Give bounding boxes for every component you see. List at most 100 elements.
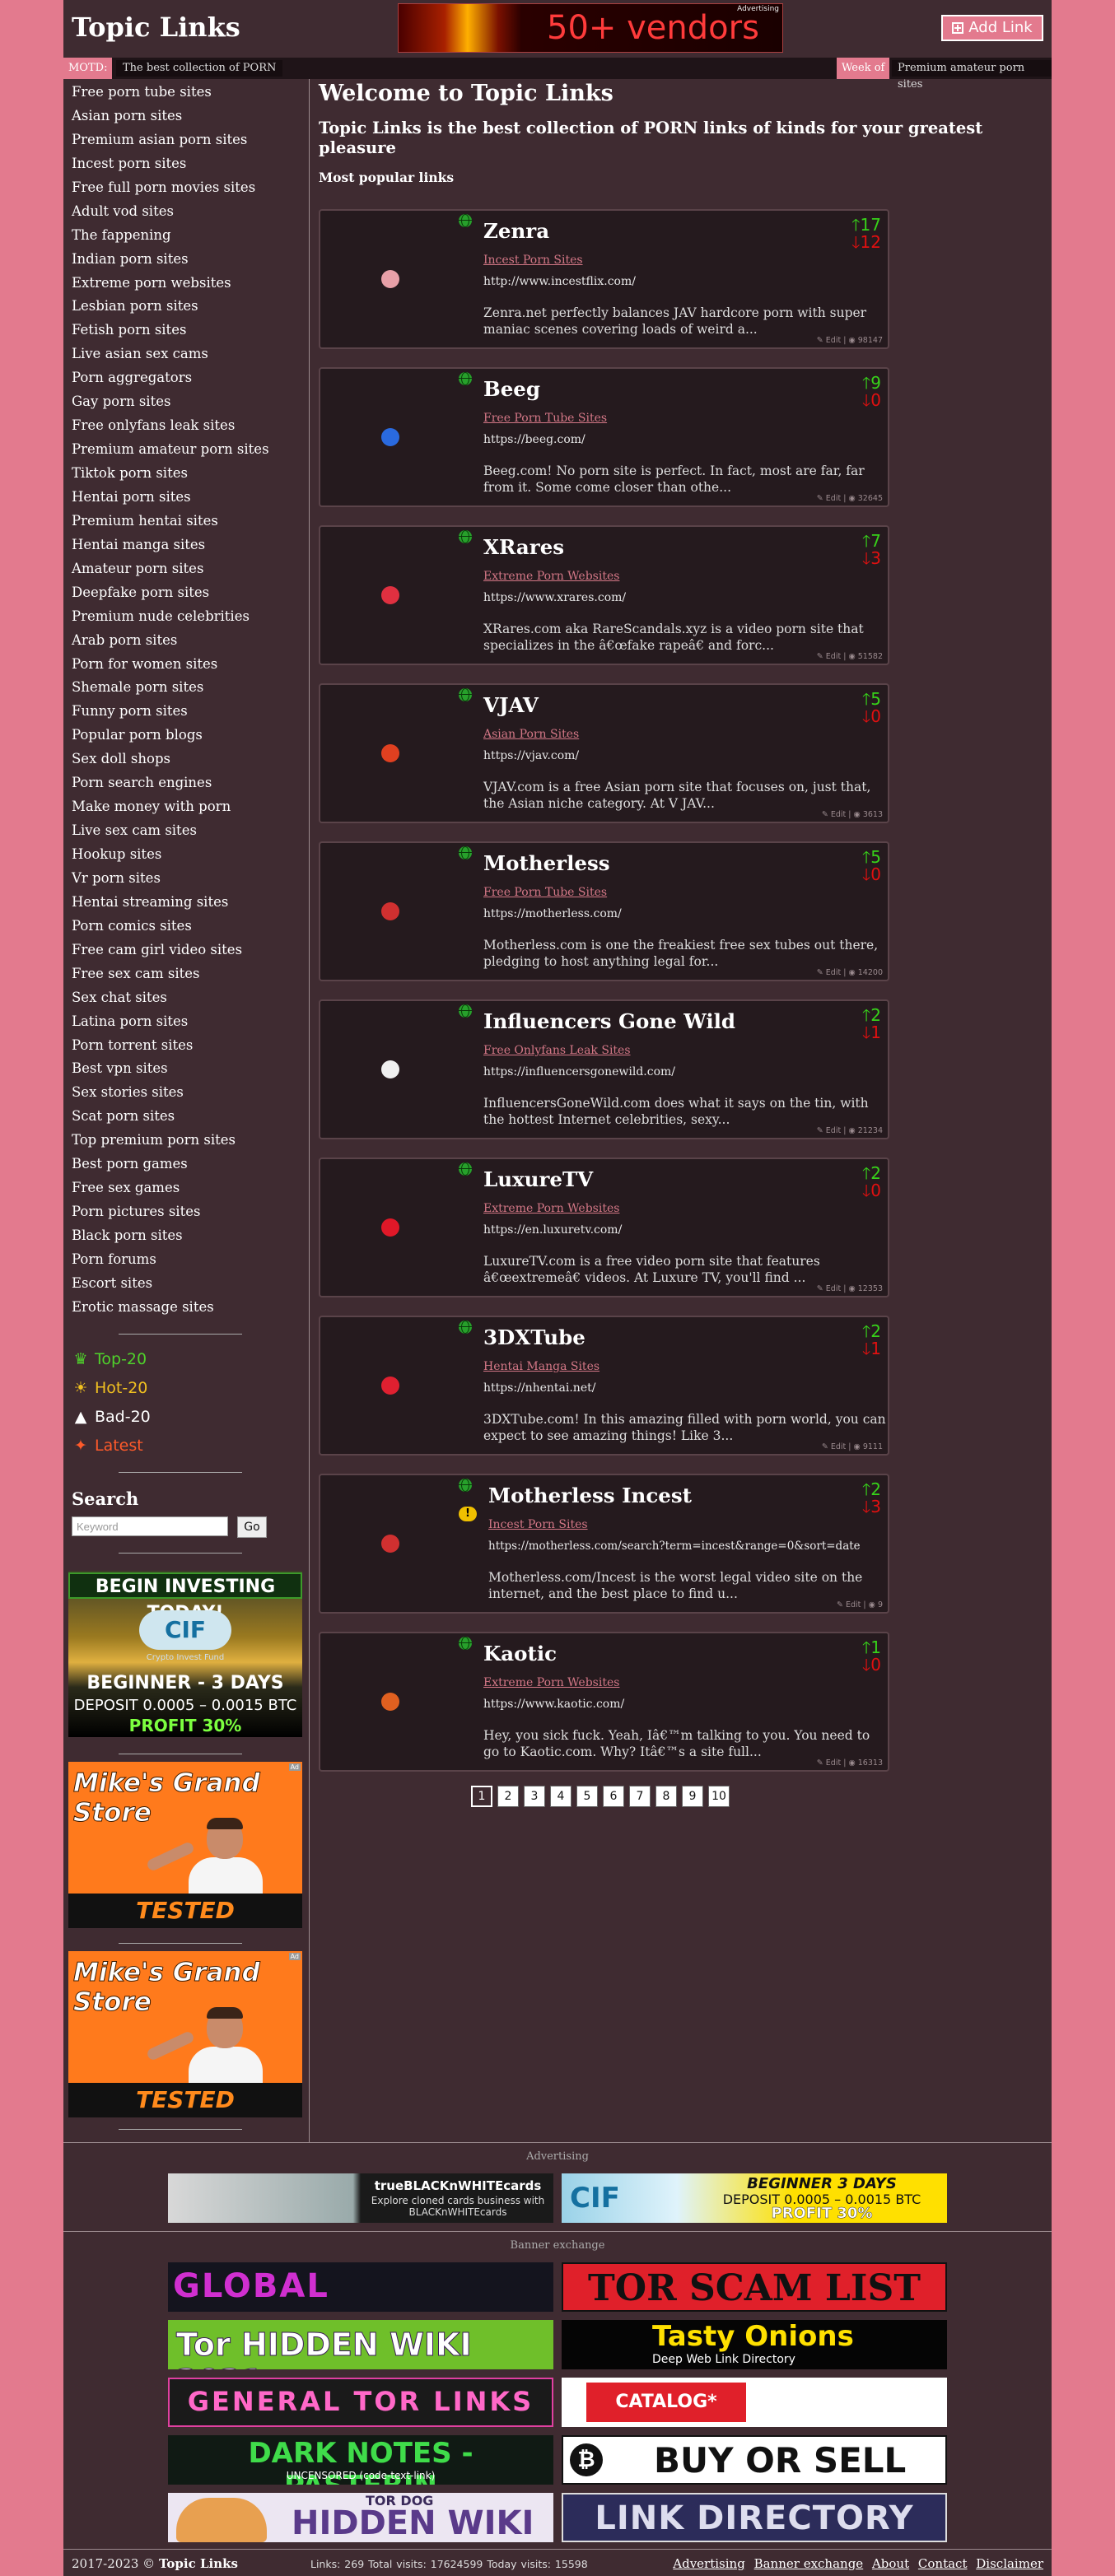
sidebar-category-link[interactable]: Best porn games — [72, 1153, 269, 1176]
week-text[interactable]: Premium amateur porn sites — [892, 60, 1052, 91]
dark-notes-banner[interactable]: DARK NOTES - PASTEBIN UNCENSORED (code-t… — [168, 2435, 553, 2485]
link-name[interactable]: Zenra — [483, 219, 549, 243]
sidebar-category-link[interactable]: Porn forums — [72, 1248, 269, 1272]
sidebar-category-link[interactable]: Sex doll shops — [72, 748, 269, 771]
page-button[interactable]: 6 — [603, 1786, 624, 1807]
sidebar-category-link[interactable]: Porn aggregators — [72, 366, 269, 390]
link-name[interactable]: Kaotic — [483, 1642, 557, 1665]
page-button[interactable]: 8 — [655, 1786, 677, 1807]
sidebar-category-link[interactable]: Deepfake porn sites — [72, 581, 269, 605]
sidebar-category-link[interactable]: Tiktok porn sites — [72, 462, 269, 486]
edit-link[interactable]: Edit — [826, 968, 841, 977]
page-button[interactable]: 7 — [629, 1786, 651, 1807]
link-card[interactable]: VJAV Asian Porn Sites https://vjav.com/VJA… — [319, 683, 889, 823]
link-card[interactable]: Zenra Incest Porn Sites http://www.incestf… — [319, 209, 889, 349]
link-url[interactable]: https://en.luxuretv.com/ — [483, 1223, 622, 1237]
bad-20-link[interactable]: ▲ Bad-20 — [72, 1408, 151, 1426]
top-20-link[interactable]: ♛ Top-20 — [72, 1350, 147, 1368]
edit-link[interactable]: Edit — [846, 1600, 861, 1609]
link-url[interactable]: https://www.xrares.com/ — [483, 591, 626, 604]
crypto-invest-fund-banner[interactable]: CIF BEGINNER 3 DAYS DEPOSIT 0.0005 – 0.0… — [562, 2173, 947, 2223]
sidebar-category-link[interactable]: Live sex cam sites — [72, 819, 269, 843]
link-card[interactable]: XRares Extreme Porn Websites https://www.x… — [319, 525, 889, 665]
edit-icon[interactable]: ✎ — [817, 494, 823, 503]
sidebar-category-link[interactable]: Free onlyfans leak sites — [72, 414, 269, 438]
global-banner[interactable]: GLOBAL — [168, 2262, 553, 2312]
sidebar-category-link[interactable]: Porn for women sites — [72, 653, 269, 677]
edit-link[interactable]: Edit — [826, 1284, 841, 1293]
link-category[interactable]: Incest Porn Sites — [488, 1518, 588, 1531]
edit-link[interactable]: Edit — [826, 336, 841, 345]
sidebar-category-link[interactable]: Sex chat sites — [72, 986, 269, 1010]
sidebar-category-link[interactable]: Hentai manga sites — [72, 533, 269, 557]
link-category[interactable]: Free Onlyfans Leak Sites — [483, 1044, 631, 1057]
footer-link-contact[interactable]: Contact — [918, 2556, 968, 2571]
link-url[interactable]: https://nhentai.net/ — [483, 1381, 595, 1395]
edit-icon[interactable]: ✎ — [822, 1442, 828, 1451]
link-url[interactable]: https://www.kaotic.com/ — [483, 1698, 624, 1711]
link-category[interactable]: Asian Porn Sites — [483, 728, 579, 741]
sidebar-category-link[interactable]: Free full porn movies sites — [72, 176, 269, 200]
buy-or-sell-banner[interactable]: ₿ BUY OR SELL — [562, 2435, 947, 2485]
link-name[interactable]: Beeg — [483, 377, 540, 401]
sidebar-category-link[interactable]: Gay porn sites — [72, 390, 269, 414]
sidebar-category-link[interactable]: Funny porn sites — [72, 700, 269, 724]
footer-link-disclaimer[interactable]: Disclaimer — [976, 2556, 1043, 2571]
downvote-button[interactable]: 🡓0 — [862, 1653, 881, 1681]
link-name[interactable]: Influencers Gone Wild — [483, 1009, 735, 1033]
search-input[interactable] — [72, 1516, 228, 1536]
site-favicon[interactable] — [381, 902, 399, 920]
sidebar-category-link[interactable]: Hentai porn sites — [72, 486, 269, 510]
downvote-button[interactable]: 🡓1 — [862, 1021, 881, 1049]
footer-link-about[interactable]: About — [872, 2556, 909, 2571]
sidebar-category-link[interactable]: Escort sites — [72, 1272, 269, 1296]
downvote-button[interactable]: 🡓3 — [862, 1495, 881, 1523]
link-name[interactable]: 3DXTube — [483, 1325, 585, 1349]
sidebar-category-link[interactable]: Latina porn sites — [72, 1010, 269, 1034]
link-url[interactable]: http://www.incestflix.com/ — [483, 275, 636, 288]
link-category[interactable]: Free Porn Tube Sites — [483, 886, 607, 899]
edit-link[interactable]: Edit — [831, 1442, 846, 1451]
edit-icon[interactable]: ✎ — [817, 1126, 823, 1135]
sidebar-category-link[interactable]: Erotic massage sites — [72, 1296, 269, 1320]
sidebar-category-link[interactable]: Adult vod sites — [72, 200, 269, 224]
sidebar-category-link[interactable]: Premium amateur porn sites — [72, 438, 269, 462]
mikes-grand-store-ad[interactable]: Ad Mike's Grand Store TESTED PRODUCTS — [68, 1951, 302, 2117]
link-directory-pro-banner[interactable]: LINK DIRECTORY PRO — [562, 2493, 947, 2542]
site-title[interactable]: Topic Links — [72, 12, 240, 43]
mikes-grand-store-ad[interactable]: Ad Mike's Grand Store TESTED PRODUCTS — [68, 1762, 302, 1928]
site-favicon[interactable] — [381, 1060, 399, 1078]
site-favicon[interactable] — [381, 1218, 399, 1237]
edit-link[interactable]: Edit — [826, 494, 841, 503]
sidebar-category-link[interactable]: Hentai streaming sites — [72, 891, 269, 915]
edit-icon[interactable]: ✎ — [817, 1284, 823, 1293]
sidebar-category-link[interactable]: The fappening — [72, 224, 269, 248]
downvote-button[interactable]: 🡓0 — [862, 1179, 881, 1207]
site-favicon[interactable] — [381, 586, 399, 604]
link-category[interactable]: Extreme Porn Websites — [483, 1202, 619, 1215]
tor-dog-hidden-wiki-banner[interactable]: TOR DOG HIDDEN WIKI — [168, 2493, 553, 2542]
edit-icon[interactable]: ✎ — [817, 1758, 823, 1768]
sidebar-category-link[interactable]: Arab porn sites — [72, 629, 269, 653]
sidebar-category-link[interactable]: Porn comics sites — [72, 915, 269, 939]
link-card[interactable]: Motherless Free Porn Tube Sites https://mo… — [319, 841, 889, 981]
sidebar-category-link[interactable]: Asian porn sites — [72, 105, 269, 128]
page-button[interactable]: 9 — [682, 1786, 703, 1807]
sidebar-category-link[interactable]: Sex stories sites — [72, 1081, 269, 1105]
downvote-button[interactable]: 🡓0 — [862, 389, 881, 417]
footer-link-advertising[interactable]: Advertising — [673, 2556, 745, 2571]
sidebar-category-link[interactable]: Hookup sites — [72, 843, 269, 867]
link-name[interactable]: Motherless — [483, 851, 610, 875]
page-button[interactable]: 4 — [550, 1786, 571, 1807]
tor-scam-list-banner[interactable]: TOR SCAM LIST — [562, 2262, 947, 2312]
page-button[interactable]: 1 — [471, 1786, 492, 1807]
downvote-button[interactable]: 🡓12 — [851, 231, 881, 259]
link-url[interactable]: https://influencersgonewild.com/ — [483, 1065, 675, 1078]
site-favicon[interactable] — [381, 1693, 399, 1711]
sidebar-category-link[interactable]: Free porn tube sites — [72, 81, 269, 105]
edit-icon[interactable]: ✎ — [822, 810, 828, 819]
catalog-banner[interactable]: CATALOG* — [562, 2378, 947, 2427]
edit-link[interactable]: Edit — [831, 810, 846, 819]
link-category[interactable]: Extreme Porn Websites — [483, 570, 619, 583]
edit-icon[interactable]: ✎ — [817, 652, 823, 661]
